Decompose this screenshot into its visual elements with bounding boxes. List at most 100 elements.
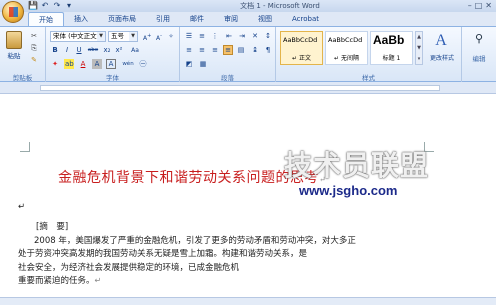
format-painter-icon[interactable]: ✎ [29, 55, 39, 65]
subscript-button[interactable]: x₂ [102, 45, 112, 55]
font-group-label: 字体 [106, 74, 119, 82]
character-shading-button[interactable]: A [92, 59, 102, 69]
binoculars-icon[interactable]: ⚲ [471, 32, 487, 46]
body-line-1[interactable]: 2008 年，美国爆发了严重的金融危机，引发了更多的劳动矛盾和劳动冲突，对大多正 [34, 234, 356, 246]
underline-button[interactable]: U [74, 45, 84, 55]
body-line-4-text: 重要而紧迫的任务。 [18, 276, 95, 286]
maximize-button[interactable]: □ [475, 1, 483, 11]
minimize-button[interactable]: – [468, 1, 472, 11]
style-sample: AaBb [373, 33, 405, 47]
border-icon[interactable]: ▦ [198, 59, 208, 69]
body-line-2[interactable]: 处于劳资冲突高发期的我国劳动关系无疑是雪上加霜。构建和谐劳动关系，是 [18, 247, 307, 259]
style-no-spacing[interactable]: AaBbCcDd ↵ 无间隔 [325, 31, 368, 65]
shading-icon[interactable]: ◩ [184, 59, 194, 69]
italic-button[interactable]: I [62, 45, 72, 55]
editing-group: ⚲ 编辑 [462, 27, 496, 83]
justify-icon[interactable]: ≡ [223, 45, 233, 55]
save-icon[interactable]: 💾 [28, 1, 38, 10]
window-title: 文档 1 - Microsoft Word [240, 2, 320, 10]
line-spacing-icon[interactable]: ↨ [250, 45, 260, 55]
tab-mailings[interactable]: 邮件 [180, 12, 214, 26]
font-family-select[interactable]: 宋体 (中文正文) ▼ [50, 31, 106, 42]
customize-qat-icon[interactable]: ▾ [64, 1, 74, 10]
undo-icon[interactable]: ↶ [40, 1, 50, 10]
distributed-icon[interactable]: ▤ [236, 45, 246, 55]
document-page[interactable]: 金融危机背景下和谐劳动关系问题的思考 ↵ ↵ [摘 要] 2008 年，美国爆发了… [0, 94, 496, 305]
show-marks-icon[interactable]: ¶ [263, 45, 273, 55]
tab-view[interactable]: 视图 [248, 12, 282, 26]
strikethrough-button[interactable]: abe [86, 45, 100, 55]
font-color-button[interactable]: A [78, 59, 88, 69]
style-normal[interactable]: AaBbCcDd ↵ 正文 [280, 31, 323, 65]
align-right-icon[interactable]: ≡ [210, 45, 220, 55]
font-size-value: 五号 [111, 32, 124, 40]
watermark-logo: 技术员联盟 [284, 149, 430, 182]
document-title-text: 金融危机背景下和谐劳动关系问题的思考 [58, 170, 319, 186]
style-name: ↵ 正文 [292, 55, 311, 62]
clear-format-button[interactable]: ✧ [166, 31, 176, 41]
ribbon: 粘贴 ✂ ⎘ ✎ 剪贴板 宋体 (中文正文) ▼ 五号 ▼ A+ A- ✧ B I … [0, 26, 496, 83]
paste-icon[interactable] [6, 31, 22, 49]
paragraph-mark: ↵ [18, 202, 26, 212]
chevron-down-icon: ▼ [97, 32, 105, 41]
body-line-3[interactable]: 社会安全，为经济社会发展提供稳定的环境，已成金融危机 [18, 261, 239, 273]
highlight-color-icon[interactable]: ab [64, 59, 74, 69]
phonetic-guide-button[interactable]: wén [120, 59, 136, 70]
style-sample: AaBbCcDd [283, 36, 318, 44]
character-border-icon[interactable]: A [106, 59, 116, 69]
clipboard-group: 粘贴 ✂ ⎘ ✎ 剪贴板 [0, 27, 46, 83]
word-window: 💾 ↶ ↷ ▾ 文档 1 - Microsoft Word – □ ✕ 开始 插… [0, 0, 496, 305]
font-size-select[interactable]: 五号 ▼ [108, 31, 138, 42]
font-group: 宋体 (中文正文) ▼ 五号 ▼ A+ A- ✧ B I U abe x₂ x² A… [46, 27, 180, 83]
style-heading-1[interactable]: AaBb 标题 1 [370, 31, 413, 65]
align-center-icon[interactable]: ≡ [197, 45, 207, 55]
superscript-button[interactable]: x² [114, 45, 124, 55]
abstract-label[interactable]: [摘 要] [36, 220, 68, 232]
redo-icon[interactable]: ↷ [52, 1, 62, 10]
font-family-value: 宋体 (中文正文) [53, 32, 100, 40]
sort-icon[interactable]: ↕ [263, 31, 273, 41]
styles-group: AaBbCcDd ↵ 正文 AaBbCcDd ↵ 无间隔 AaBb 标题 1 ▲… [276, 27, 462, 83]
change-styles-button[interactable]: 更改样式 [424, 53, 460, 64]
shrink-font-button[interactable]: A- [154, 31, 164, 42]
text-effects-icon[interactable]: ✦ [50, 59, 60, 69]
copy-icon[interactable]: ⎘ [29, 43, 39, 53]
paragraph-group: ☰ ≡ ⋮ ⇤ ⇥ ✕ ↕ ≡ ≡ ≡ ≡ ▤ ↨ ¶ ◩ ▦ 段落 [180, 27, 276, 83]
tab-references[interactable]: 引用 [146, 12, 180, 26]
tab-home[interactable]: 开始 [28, 12, 64, 26]
multilevel-list-icon[interactable]: ⋮ [210, 31, 220, 41]
change-styles-icon[interactable]: A [430, 31, 452, 51]
quick-access-toolbar: 💾 ↶ ↷ ▾ [28, 1, 74, 10]
editing-group-label[interactable]: 编辑 [462, 53, 496, 63]
numbering-icon[interactable]: ≡ [197, 31, 207, 41]
enclose-character-icon[interactable]: ㊀ [138, 59, 148, 69]
horizontal-ruler[interactable] [0, 82, 496, 94]
body-line-4[interactable]: 重要而紧迫的任务。↵ [18, 274, 101, 286]
tab-page-layout[interactable]: 页面布局 [98, 12, 146, 26]
tab-insert[interactable]: 插入 [64, 12, 98, 26]
horizontal-scrollbar[interactable] [0, 297, 496, 305]
paragraph-group-label: 段落 [221, 74, 234, 82]
change-case-button[interactable]: Aa [128, 45, 142, 55]
cut-icon[interactable]: ✂ [29, 31, 39, 41]
close-button[interactable]: ✕ [485, 1, 492, 11]
grow-font-button[interactable]: A+ [142, 31, 152, 42]
ruler-track [40, 85, 440, 91]
bold-button[interactable]: B [50, 45, 60, 55]
window-controls: – □ ✕ [468, 1, 492, 11]
clipboard-group-label: 剪贴板 [12, 74, 33, 82]
paste-button[interactable]: 粘贴 [2, 51, 26, 62]
tab-review[interactable]: 审阅 [214, 12, 248, 26]
watermark-url: www.jsgho.com [299, 183, 398, 198]
chevron-down-icon: ▼ [129, 32, 137, 41]
align-left-icon[interactable]: ≡ [184, 45, 194, 55]
styles-scroll[interactable]: ▲ ▼ ▾ [415, 31, 423, 65]
bullets-icon[interactable]: ☰ [184, 31, 194, 41]
chinese-layout-icon[interactable]: ✕ [250, 31, 260, 41]
decrease-indent-icon[interactable]: ⇤ [224, 31, 234, 41]
styles-group-label: 样式 [362, 74, 375, 82]
margin-corner [20, 142, 30, 152]
tab-acrobat[interactable]: Acrobat [282, 12, 329, 26]
increase-indent-icon[interactable]: ⇥ [237, 31, 247, 41]
office-button[interactable] [2, 1, 24, 23]
